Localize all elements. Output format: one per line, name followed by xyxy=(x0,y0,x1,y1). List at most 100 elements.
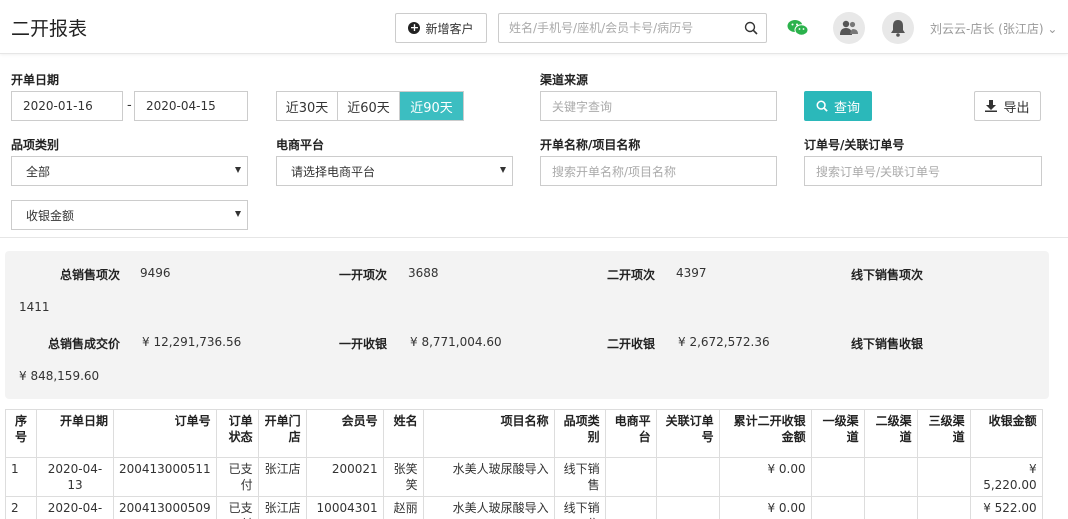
user-name: 刘云云-店长 (张江店) xyxy=(930,22,1044,36)
total-amount-value: ¥ 12,291,736.56 xyxy=(142,335,242,349)
range-60-button[interactable]: 近60天 xyxy=(338,92,400,120)
cell-amount: ¥ 522.00 xyxy=(969,496,1043,519)
order-no-input[interactable]: 搜索订单号/关联订单号 xyxy=(804,156,1042,186)
search-icon[interactable] xyxy=(744,21,758,35)
cell-member-no: 200021 xyxy=(305,457,384,497)
cell-channel-3 xyxy=(916,496,971,519)
cell-category: 线下销售 xyxy=(553,457,606,497)
cell-project: 水美人玻尿酸导入 xyxy=(422,457,555,497)
bell-icon[interactable] xyxy=(882,12,914,44)
cell-cumulative: ¥ 0.00 xyxy=(718,457,812,497)
cell-date: 2020-04-13 xyxy=(36,496,114,519)
plus-circle-icon: + xyxy=(408,21,421,34)
col-header-channel-1[interactable]: 一级渠道 xyxy=(810,409,865,458)
col-header-name[interactable]: 姓名 xyxy=(382,409,424,458)
cell-store: 张江店 xyxy=(257,496,307,519)
range-90-button[interactable]: 近90天 xyxy=(400,92,463,120)
wechat-icon[interactable] xyxy=(782,12,814,44)
customer-search-input[interactable] xyxy=(499,14,729,42)
col-header-platform[interactable]: 电商平台 xyxy=(604,409,657,458)
cell-linked-order xyxy=(655,457,720,497)
second-amount-label: 二开收银 xyxy=(607,337,656,351)
col-header-category[interactable]: 品项类别 xyxy=(553,409,606,458)
platform-select[interactable]: 请选择电商平台 xyxy=(276,156,513,186)
col-header-amount[interactable]: 收银金额 xyxy=(969,409,1043,458)
range-30-button[interactable]: 近30天 xyxy=(277,92,338,120)
cell-date: 2020-04-13 xyxy=(36,457,114,497)
cell-member-no: 10004301 xyxy=(305,496,384,519)
col-header-status[interactable]: 订单状态 xyxy=(215,409,259,458)
table-row[interactable]: 2 2020-04-13 200413000509 已支付 张江店 100043… xyxy=(5,496,1043,519)
table-row[interactable]: 1 2020-04-13 200413000511 已支付 张江店 200021… xyxy=(5,457,1043,497)
customer-search-box xyxy=(498,13,767,43)
category-value: 全部 xyxy=(26,164,51,179)
offline-items-label: 线下销售项次 xyxy=(851,268,924,282)
date-separator: - xyxy=(127,98,132,113)
date-label: 开单日期 xyxy=(11,73,60,87)
query-button[interactable]: 查询 xyxy=(804,91,872,121)
offline-items-value: 1411 xyxy=(19,300,50,314)
cell-name: 张笑笑 xyxy=(382,457,424,497)
caret-down-icon xyxy=(235,211,241,217)
cell-order-no: 200413000509 xyxy=(113,496,217,519)
table-header-row: 序号 开单日期 订单号 订单状态 开单门店 会员号 姓名 项目名称 品项类别 电… xyxy=(5,409,1043,458)
order-name-label: 开单名称/项目名称 xyxy=(540,138,641,152)
team-icon[interactable] xyxy=(833,12,865,44)
col-header-date[interactable]: 开单日期 xyxy=(36,409,114,458)
category-select[interactable]: 全部 xyxy=(11,156,248,186)
summary-panel: 总销售项次 9496 一开项次 3688 二开项次 4397 线下销售项次 14… xyxy=(5,251,1049,399)
platform-value: 请选择电商平台 xyxy=(291,164,376,179)
filter-panel: 开单日期 2020-01-16 - 2020-04-15 近30天 近60天 近… xyxy=(0,54,1068,238)
cell-linked-order xyxy=(655,496,720,519)
category-label: 品项类别 xyxy=(11,138,60,152)
col-header-index[interactable]: 序号 xyxy=(5,409,37,458)
quick-range-group: 近30天 近60天 近90天 xyxy=(276,91,464,121)
order-no-label: 订单号/关联订单号 xyxy=(804,138,905,152)
first-amount-value: ¥ 8,771,004.60 xyxy=(410,335,502,349)
add-customer-button[interactable]: + 新增客户 xyxy=(395,13,487,43)
date-start-input[interactable]: 2020-01-16 xyxy=(11,91,123,121)
col-header-project[interactable]: 项目名称 xyxy=(422,409,555,458)
cell-index: 1 xyxy=(5,457,37,497)
first-items-value: 3688 xyxy=(408,266,439,280)
total-items-value: 9496 xyxy=(140,266,171,280)
col-header-order-no[interactable]: 订单号 xyxy=(113,409,217,458)
export-button[interactable]: 导出 xyxy=(974,91,1041,121)
first-items-label: 一开项次 xyxy=(339,268,388,282)
report-table: 序号 开单日期 订单号 订单状态 开单门店 会员号 姓名 项目名称 品项类别 电… xyxy=(5,409,1043,519)
cell-platform xyxy=(604,457,657,497)
total-amount-label: 总销售成交价 xyxy=(48,337,121,351)
cell-index: 2 xyxy=(5,496,37,519)
col-header-linked-order[interactable]: 关联订单号 xyxy=(655,409,720,458)
platform-label: 电商平台 xyxy=(276,138,325,152)
cell-name: 赵丽 xyxy=(382,496,424,519)
download-icon xyxy=(985,100,998,112)
search-icon xyxy=(816,100,828,112)
col-header-channel-2[interactable]: 二级渠道 xyxy=(863,409,918,458)
date-end-input[interactable]: 2020-04-15 xyxy=(134,91,248,121)
channel-search-input[interactable]: 关键字查询 xyxy=(540,91,777,121)
amount-type-select[interactable]: 收银金额 xyxy=(11,200,248,230)
caret-down-icon xyxy=(235,167,241,173)
amount-type-value: 收银金额 xyxy=(26,208,75,223)
second-items-value: 4397 xyxy=(676,266,707,280)
col-header-cumulative[interactable]: 累计二开收银金额 xyxy=(718,409,812,458)
col-header-member-no[interactable]: 会员号 xyxy=(305,409,384,458)
page-title: 二开报表 xyxy=(11,18,88,40)
order-name-input[interactable]: 搜索开单名称/项目名称 xyxy=(540,156,777,186)
user-menu[interactable]: 刘云云-店长 (张江店) ⌄ xyxy=(930,20,1057,37)
cell-category: 线下销售 xyxy=(553,496,606,519)
cell-cumulative: ¥ 0.00 xyxy=(718,496,812,519)
cell-project: 水美人玻尿酸导入 xyxy=(422,496,555,519)
second-amount-value: ¥ 2,672,572.36 xyxy=(678,335,770,349)
cell-channel-3 xyxy=(916,457,971,497)
first-amount-label: 一开收银 xyxy=(339,337,388,351)
chevron-down-icon: ⌄ xyxy=(1047,22,1058,36)
col-header-channel-3[interactable]: 三级渠道 xyxy=(916,409,971,458)
top-bar: 二开报表 + 新增客户 刘云云-店长 (张江店) ⌄ xyxy=(0,0,1068,54)
second-items-label: 二开项次 xyxy=(607,268,656,282)
col-header-store[interactable]: 开单门店 xyxy=(257,409,307,458)
cell-channel-1 xyxy=(810,496,865,519)
export-label: 导出 xyxy=(1003,100,1030,116)
offline-amount-label: 线下销售收银 xyxy=(851,337,924,351)
